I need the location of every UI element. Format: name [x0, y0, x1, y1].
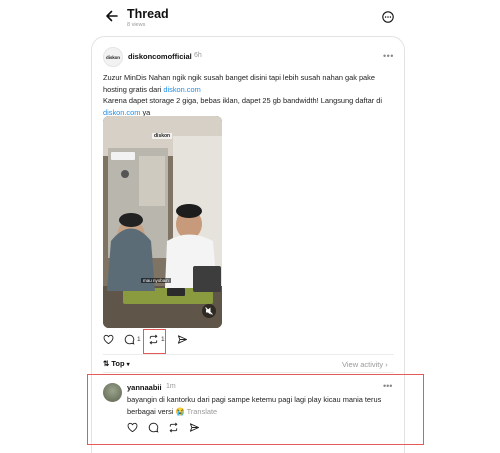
divider-top [103, 354, 394, 355]
reply-button[interactable]: 1 [124, 334, 141, 345]
chevron-down-icon: ▾ [126, 362, 130, 368]
post-body: Zuzur MinDis Nahan ngik ngik susah bange… [103, 72, 393, 118]
repost-highlight-box [143, 329, 166, 354]
chevron-right-icon: › [385, 360, 388, 369]
mute-icon[interactable] [202, 304, 216, 318]
reply-timestamp: 1m [166, 383, 176, 390]
view-activity-label: View activity [342, 360, 384, 369]
reply-count: 1 [137, 336, 141, 343]
sort-dropdown[interactable]: ⇅ Top ▾ [103, 359, 130, 368]
page-title: Thread [127, 7, 169, 21]
divider-bottom [103, 372, 394, 373]
reply-username[interactable]: yannaabii [127, 383, 162, 392]
post-video[interactable]: diskon mau nyobain [103, 116, 222, 328]
reply-more-icon[interactable]: ••• [383, 381, 392, 391]
reply-repost-button[interactable] [168, 422, 179, 433]
post-more-icon[interactable]: ••• [383, 51, 394, 61]
share-button[interactable] [177, 334, 188, 345]
back-arrow-icon[interactable] [104, 8, 120, 24]
heart-icon [103, 334, 114, 345]
reply-share-button[interactable] [189, 422, 200, 433]
repost-icon [169, 422, 178, 433]
view-activity-link[interactable]: View activity › [342, 360, 388, 369]
video-watermark: diskon [152, 133, 173, 139]
more-options-circle-icon[interactable] [382, 11, 394, 23]
like-button[interactable] [103, 334, 114, 345]
reply-avatar[interactable] [103, 383, 122, 402]
post-timestamp: 6h [194, 52, 202, 59]
translate-link[interactable]: Translate [187, 407, 218, 416]
post-text-part2: Karena dapet storage 2 giga, bebas iklan… [103, 96, 383, 105]
video-caption: mau nyobain [141, 278, 171, 283]
heart-icon [127, 422, 138, 433]
reply-comment-button[interactable] [148, 422, 159, 433]
view-count: 8 views [127, 22, 146, 28]
post-text-part1: Zuzur MinDis Nahan ngik ngik susah bange… [103, 73, 375, 94]
sort-label: Top [111, 359, 125, 368]
comment-icon [124, 334, 135, 345]
post-avatar[interactable]: diskon [103, 47, 123, 67]
send-icon [177, 335, 188, 344]
reply-body: bayangin di kantorku dari pagi sampe ket… [127, 394, 397, 417]
comment-icon [148, 422, 159, 433]
thread-header: Thread 8 views [0, 0, 500, 34]
sort-arrows-icon: ⇅ [103, 359, 110, 368]
post-username[interactable]: diskoncomofficial [128, 52, 192, 61]
video-frame-illustration [103, 116, 222, 328]
reply-text: bayangin di kantorku dari pagi sampe ket… [127, 395, 382, 416]
reply-like-button[interactable] [127, 422, 138, 433]
send-icon [189, 423, 200, 432]
post-link-1[interactable]: diskon.com [163, 85, 200, 94]
